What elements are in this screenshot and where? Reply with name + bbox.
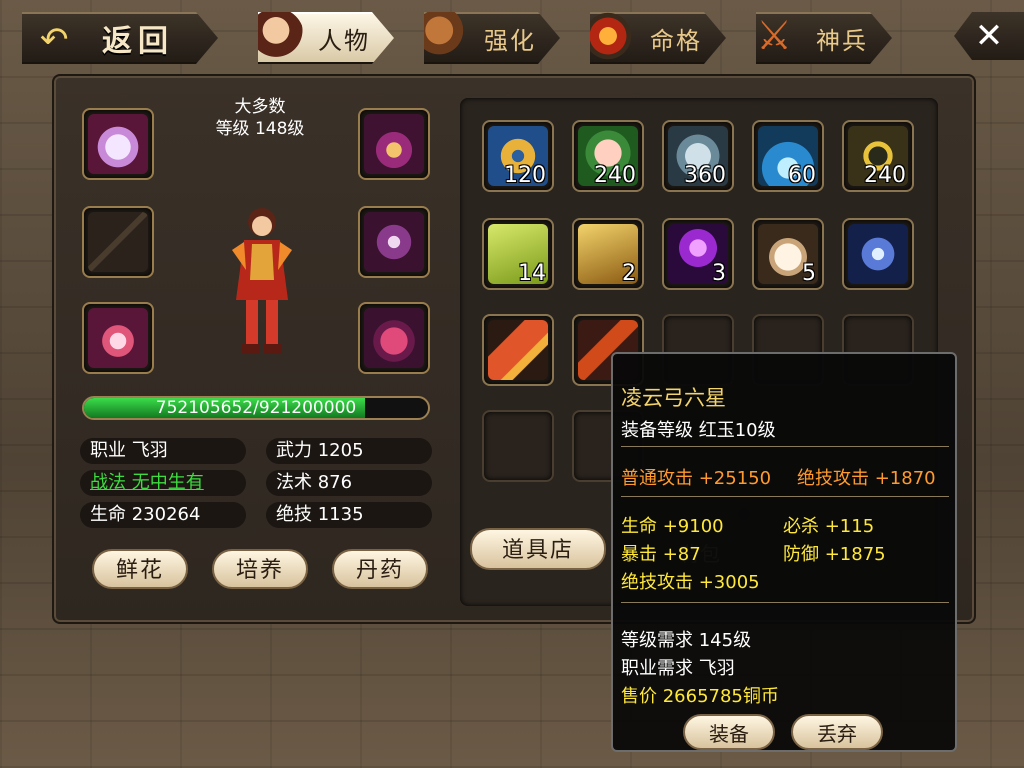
experience-bar: 752105652/921200000 [82,396,430,420]
attr-normal-attack: 普通攻击 +25150 [621,468,772,489]
req-profession: 职业需求 飞羽 [621,658,735,679]
character-level: 等级 148级 [215,119,305,139]
helmet-icon [364,114,424,174]
equip-button[interactable]: 装备 [683,714,775,750]
attr-defense: 防御 +1875 [783,544,886,565]
attr-skill-attack-2: 绝技攻击 +3005 [621,572,760,593]
magic-gem-icon [848,224,908,284]
bow-icon [88,212,148,272]
bag-slot[interactable]: 360 [662,120,734,192]
tab-character-label: 人物 [318,26,370,55]
item-tooltip: 凌云弓六星 装备等级 红玉10级 普通攻击 +25150 绝技攻击 +1870 … [611,352,957,752]
character-avatar [222,200,302,360]
divider [621,446,949,447]
item-quantity: 240 [594,163,636,188]
tab-fate-label: 命格 [650,26,702,55]
equip-slot-bow[interactable] [82,206,154,278]
mount-icon [88,114,148,174]
tab-weapon[interactable]: ⚔ 神兵 [756,12,892,64]
equip-slot-mount[interactable] [82,108,154,180]
armor-icon [364,212,424,272]
bag-slot[interactable]: 60 [752,120,824,192]
equip-slot-amulet[interactable] [82,302,154,374]
item-quantity: 3 [712,261,726,286]
item-quantity: 120 [504,163,546,188]
top-bar: ↶ 返回 人物 强化 命格 ⚔ 神兵 ✕ [0,0,1024,72]
tab-enhance[interactable]: 强化 [424,12,560,64]
pill-button[interactable]: 丹药 [332,549,428,589]
character-name: 大多数 [234,97,286,117]
equip-slot-armor[interactable] [358,206,430,278]
bag-slot[interactable]: 240 [572,120,644,192]
bag-slot[interactable]: 3 [662,218,734,290]
equip-slot-boots[interactable] [358,302,430,374]
sword-icon: ⚔ [756,13,792,59]
amulet-icon [88,308,148,368]
character-portrait-icon [248,8,304,64]
item-quantity: 5 [802,261,816,286]
item-quantity: 14 [518,261,546,286]
stat-tactic-link[interactable]: 战法 无中生有 [80,470,246,496]
attr-life: 生命 +9100 [621,516,724,537]
item-equip-level: 装备等级 红玉10级 [621,420,776,441]
attr-skill-attack: 绝技攻击 +1870 [797,468,936,489]
character-name-block: 大多数 等级 148级 [190,96,330,140]
item-quantity: 60 [788,163,816,188]
back-button[interactable]: ↶ 返回 [22,12,218,64]
item-quantity: 240 [864,163,906,188]
req-level: 等级需求 145级 [621,630,752,651]
tab-weapon-label: 神兵 [816,26,868,55]
scroll-icon [488,320,548,380]
tab-character[interactable]: 人物 [258,12,394,64]
stat-profession: 职业 飞羽 [80,438,246,464]
item-price: 售价 2665785铜币 [621,686,779,707]
back-label: 返回 [102,24,174,59]
discard-button[interactable]: 丢弃 [791,714,883,750]
equip-slot-helmet[interactable] [358,108,430,180]
flower-button[interactable]: 鲜花 [92,549,188,589]
tab-fate[interactable]: 命格 [590,12,726,64]
item-title: 凌云弓六星 [621,386,726,410]
bag-slot[interactable]: 5 [752,218,824,290]
bag-slot[interactable]: 240 [842,120,914,192]
bag-slot-empty[interactable] [482,410,554,482]
back-arrow-icon: ↶ [40,20,69,60]
item-shop-button[interactable]: 道具店 [470,528,606,570]
hammer-icon [414,8,470,64]
item-quantity: 360 [684,163,726,188]
close-icon: ✕ [974,16,1004,56]
bag-slot[interactable] [842,218,914,290]
stat-martial: 武力 1205 [266,438,432,464]
divider [621,602,949,603]
experience-text: 752105652/921200000 [155,398,357,418]
bag-slot[interactable]: 14 [482,218,554,290]
fire-emblem-icon [580,8,636,64]
stat-life: 生命 230264 [80,502,246,528]
stat-skill: 绝技 1135 [266,502,432,528]
train-button[interactable]: 培养 [212,549,308,589]
bag-slot[interactable]: 120 [482,120,554,192]
attr-crit: 暴击 +87 [621,544,701,565]
divider [621,496,949,497]
attr-kill: 必杀 +115 [783,516,875,537]
close-button[interactable]: ✕ [954,12,1024,60]
bag-slot[interactable]: 2 [572,218,644,290]
tab-enhance-label: 强化 [484,26,536,55]
boots-icon [364,308,424,368]
stat-magic: 法术 876 [266,470,432,496]
item-quantity: 2 [622,261,636,286]
bag-slot[interactable] [482,314,554,386]
